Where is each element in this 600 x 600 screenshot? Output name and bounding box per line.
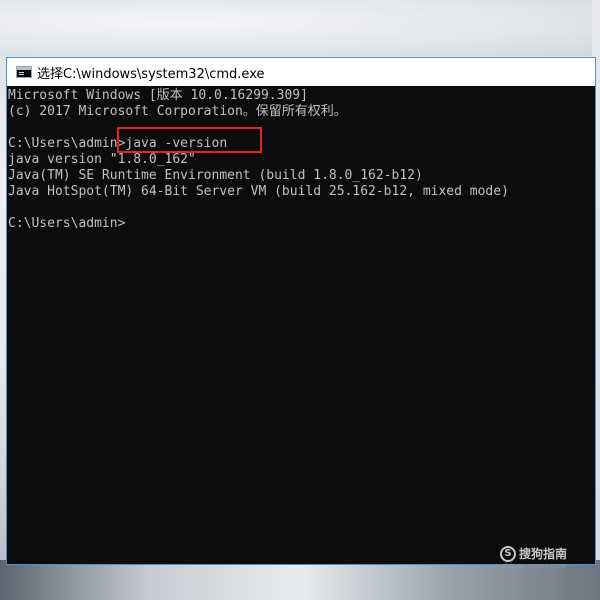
cmd-icon bbox=[16, 66, 32, 78]
console-line-prompt: C:\Users\admin> bbox=[8, 216, 126, 231]
window-titlebar[interactable]: 选择C:\windows\system32\cmd.exe bbox=[7, 58, 595, 86]
console-line: Microsoft Windows [版本 10.0.16299.309] bbox=[8, 88, 308, 103]
watermark-name: 搜狗指南 bbox=[519, 547, 568, 561]
window-title: 选择C:\windows\system32\cmd.exe bbox=[37, 66, 265, 82]
console-line: Java HotSpot(TM) 64-Bit Server VM (build… bbox=[8, 184, 509, 199]
cmd-window[interactable]: 选择C:\windows\system32\cmd.exe Microsoft … bbox=[6, 57, 596, 565]
console-line: Java(TM) SE Runtime Environment (build 1… bbox=[8, 168, 423, 183]
console-output[interactable]: Microsoft Windows [版本 10.0.16299.309] (c… bbox=[7, 86, 595, 564]
console-line: (c) 2017 Microsoft Corporation。保留所有权利。 bbox=[8, 104, 347, 119]
console-line: java version "1.8.0_162" bbox=[8, 152, 196, 167]
sogou-logo-icon: S bbox=[500, 545, 516, 562]
console-line-command: C:\Users\admin>java -version bbox=[8, 136, 228, 151]
sogou-watermark: S 搜狗指南 zhinan.sogou.com bbox=[500, 545, 590, 575]
desktop-background-top bbox=[0, 0, 600, 56]
watermark-url: zhinan.sogou.com bbox=[502, 562, 566, 570]
